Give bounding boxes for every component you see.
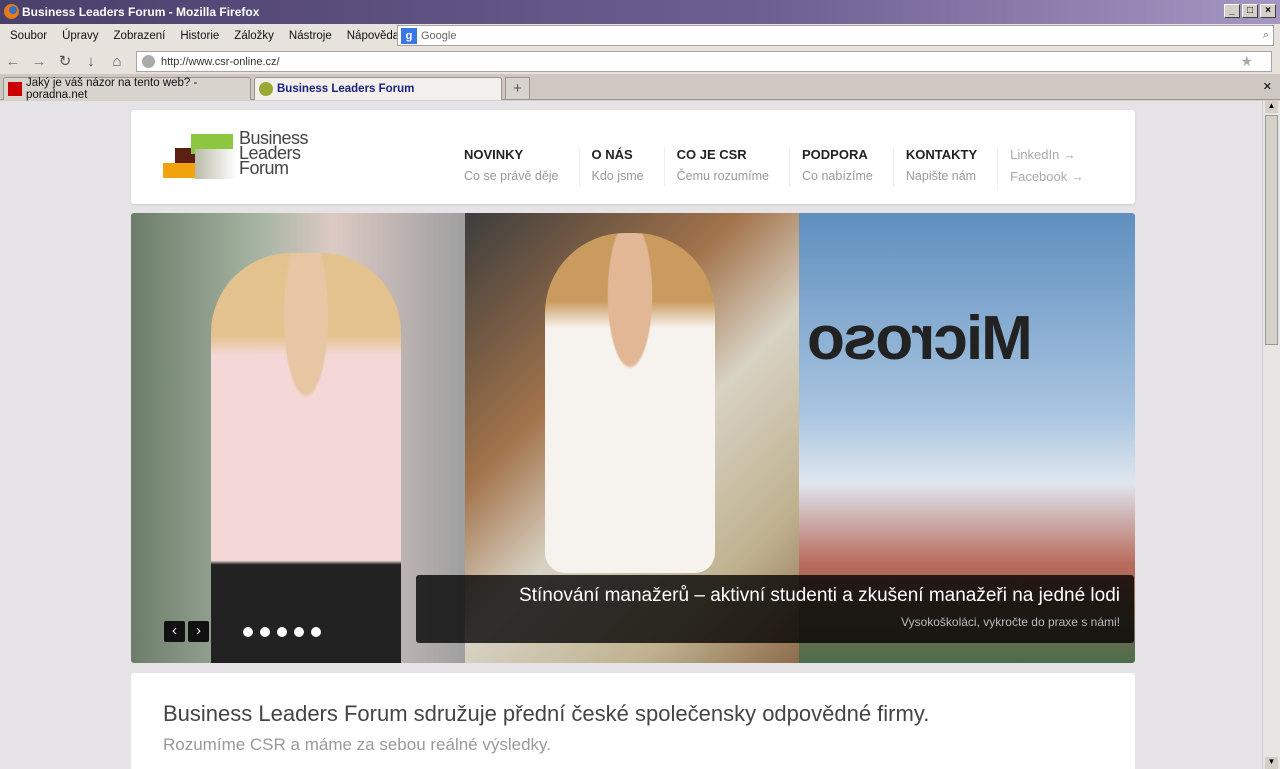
scrollbar-thumb[interactable] xyxy=(1265,115,1278,345)
next-slide-button[interactable]: › xyxy=(188,621,209,642)
slide-photo-1 xyxy=(131,213,465,663)
nav-sub: Co nabízíme xyxy=(802,169,873,183)
menu-view[interactable]: Zobrazení xyxy=(114,30,166,42)
firefox-icon xyxy=(4,4,19,19)
nav-sub: Kdo jsme xyxy=(591,169,644,183)
menu-tools[interactable]: Nástroje xyxy=(289,30,332,42)
slide-dot[interactable] xyxy=(243,627,253,637)
slide-dot[interactable] xyxy=(277,627,287,637)
home-icon[interactable]: ⌂ xyxy=(104,53,130,70)
nav-sub: Čemu rozumíme xyxy=(676,169,770,183)
nav-sub: Napište nám xyxy=(905,169,977,183)
nav-novinky[interactable]: NOVINKY Co se právě děje xyxy=(452,147,579,187)
google-icon[interactable]: g xyxy=(401,27,417,44)
tab-business-leaders-forum[interactable]: Business Leaders Forum xyxy=(254,77,502,100)
search-icon[interactable]: ⌕ xyxy=(1263,29,1269,42)
social-links: LinkedIn → Facebook → xyxy=(997,147,1084,191)
forward-icon[interactable]: → xyxy=(26,53,52,70)
menu-bookmarks[interactable]: Záložky xyxy=(234,30,274,42)
page-viewport: Business Leaders Forum NOVINKY Co se právě … xyxy=(0,101,1262,769)
menu-history[interactable]: Historie xyxy=(180,30,219,42)
nav-title: O NÁS xyxy=(591,147,633,162)
menu-edit[interactable]: Úpravy xyxy=(62,30,98,42)
tab-bar: Jaký je váš názor na tento web? - poradn… xyxy=(0,74,1280,101)
slide-dot[interactable] xyxy=(260,627,270,637)
close-tab-icon[interactable]: ✕ xyxy=(1263,80,1272,93)
menu-file[interactable]: Soubor xyxy=(10,30,47,42)
url-bar[interactable]: http://www.csr-online.cz/ ★ xyxy=(136,51,1272,72)
tab-label: Jaký je váš názor na tento web? - poradn… xyxy=(26,77,198,101)
prev-slide-button[interactable]: ‹ xyxy=(164,621,185,642)
linkedin-link[interactable]: LinkedIn → xyxy=(1010,147,1084,162)
scroll-up-icon[interactable]: ▲ xyxy=(1265,101,1278,113)
window-title: Business Leaders Forum - Mozilla Firefox xyxy=(22,5,260,19)
nav-sub: Co se právě děje xyxy=(464,169,559,183)
minimize-button[interactable]: _ xyxy=(1224,4,1240,18)
url-text[interactable]: http://www.csr-online.cz/ xyxy=(161,56,280,68)
nav-podpora[interactable]: PODPORA Co nabízíme xyxy=(789,147,893,187)
slide-dots xyxy=(226,627,321,637)
nav-title: NOVINKY xyxy=(464,147,524,162)
nav-title: KONTAKTY xyxy=(905,147,978,162)
nav-title: PODPORA xyxy=(802,147,868,162)
intro-section: Business Leaders Forum sdružuje přední č… xyxy=(131,673,1135,769)
nav-kontakty[interactable]: KONTAKTY Napište nám xyxy=(892,147,997,187)
vertical-scrollbar[interactable]: ▲ ▼ xyxy=(1262,101,1280,769)
nav-co-je-csr[interactable]: CO JE CSR Čemu rozumíme xyxy=(663,147,789,187)
slide-dot[interactable] xyxy=(226,627,236,637)
download-icon[interactable]: ↓ xyxy=(78,53,104,70)
menu-help[interactable]: Nápověda xyxy=(347,30,399,42)
blf-icon xyxy=(259,82,273,96)
slide-subheading: Vysokoškoláci, vykročte do praxe s námi! xyxy=(901,615,1120,629)
intro-heading: Business Leaders Forum sdružuje přední č… xyxy=(163,701,930,726)
back-icon[interactable]: ← xyxy=(0,53,26,70)
tab-label: Business Leaders Forum xyxy=(277,83,415,95)
globe-icon xyxy=(142,55,155,68)
tab-poradna[interactable]: Jaký je váš názor na tento web? - poradn… xyxy=(3,77,251,101)
site-header: Business Leaders Forum NOVINKY Co se právě … xyxy=(131,110,1135,204)
new-tab-button[interactable]: + xyxy=(505,77,530,100)
window-titlebar: Business Leaders Forum - Mozilla Firefox… xyxy=(0,0,1280,24)
hero-slider: Microso Stínování manažerů – aktivní stu… xyxy=(131,213,1135,663)
search-placeholder: Google xyxy=(421,29,457,42)
slide-caption[interactable]: Stínování manažerů – aktivní studenti a … xyxy=(416,575,1134,643)
close-button[interactable]: × xyxy=(1260,4,1276,18)
slide-heading[interactable]: Stínování manažerů – aktivní studenti a … xyxy=(430,585,1120,607)
reload-icon[interactable]: ↻ xyxy=(52,52,78,70)
scroll-down-icon[interactable]: ▼ xyxy=(1265,757,1278,769)
maximize-button[interactable]: □ xyxy=(1242,4,1258,18)
nav-o-nas[interactable]: O NÁS Kdo jsme xyxy=(578,147,664,187)
poradna-icon xyxy=(8,82,22,96)
facebook-link[interactable]: Facebook → xyxy=(1010,169,1084,184)
slide-dot[interactable] xyxy=(311,627,321,637)
bookmark-star-icon[interactable]: ★ xyxy=(1240,53,1253,70)
slide-dot[interactable] xyxy=(294,627,304,637)
nav-title: CO JE CSR xyxy=(676,147,747,162)
intro-subheading: Rozumíme CSR a máme za sebou reálné výsl… xyxy=(163,735,552,754)
main-nav: NOVINKY Co se právě děje O NÁS Kdo jsme CO… xyxy=(452,147,1084,191)
search-input[interactable]: g Google ⌕ xyxy=(397,25,1274,46)
site-logo[interactable]: Business Leaders Forum xyxy=(163,129,323,181)
